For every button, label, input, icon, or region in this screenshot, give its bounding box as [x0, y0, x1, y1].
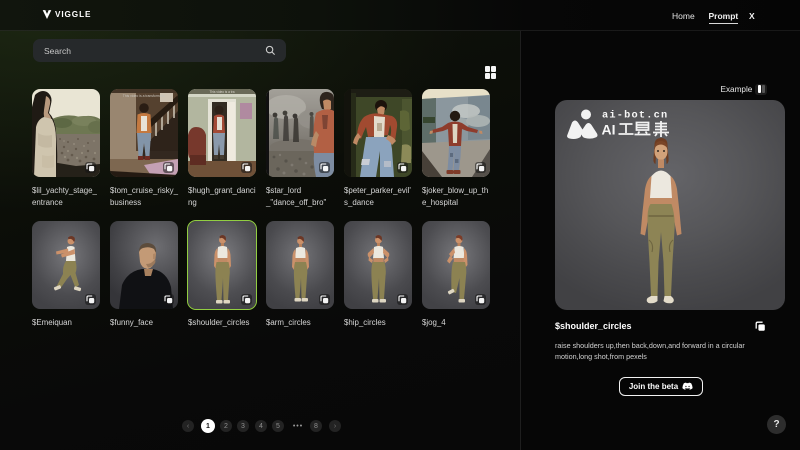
svg-text:This video is a transformatio: This video is a transformatio [123, 94, 166, 98]
svg-text:ai-bot.cn: ai-bot.cn [602, 110, 668, 122]
svg-text:AI: AI [602, 122, 616, 138]
svg-text:This video is a tra: This video is a tra [210, 90, 235, 94]
